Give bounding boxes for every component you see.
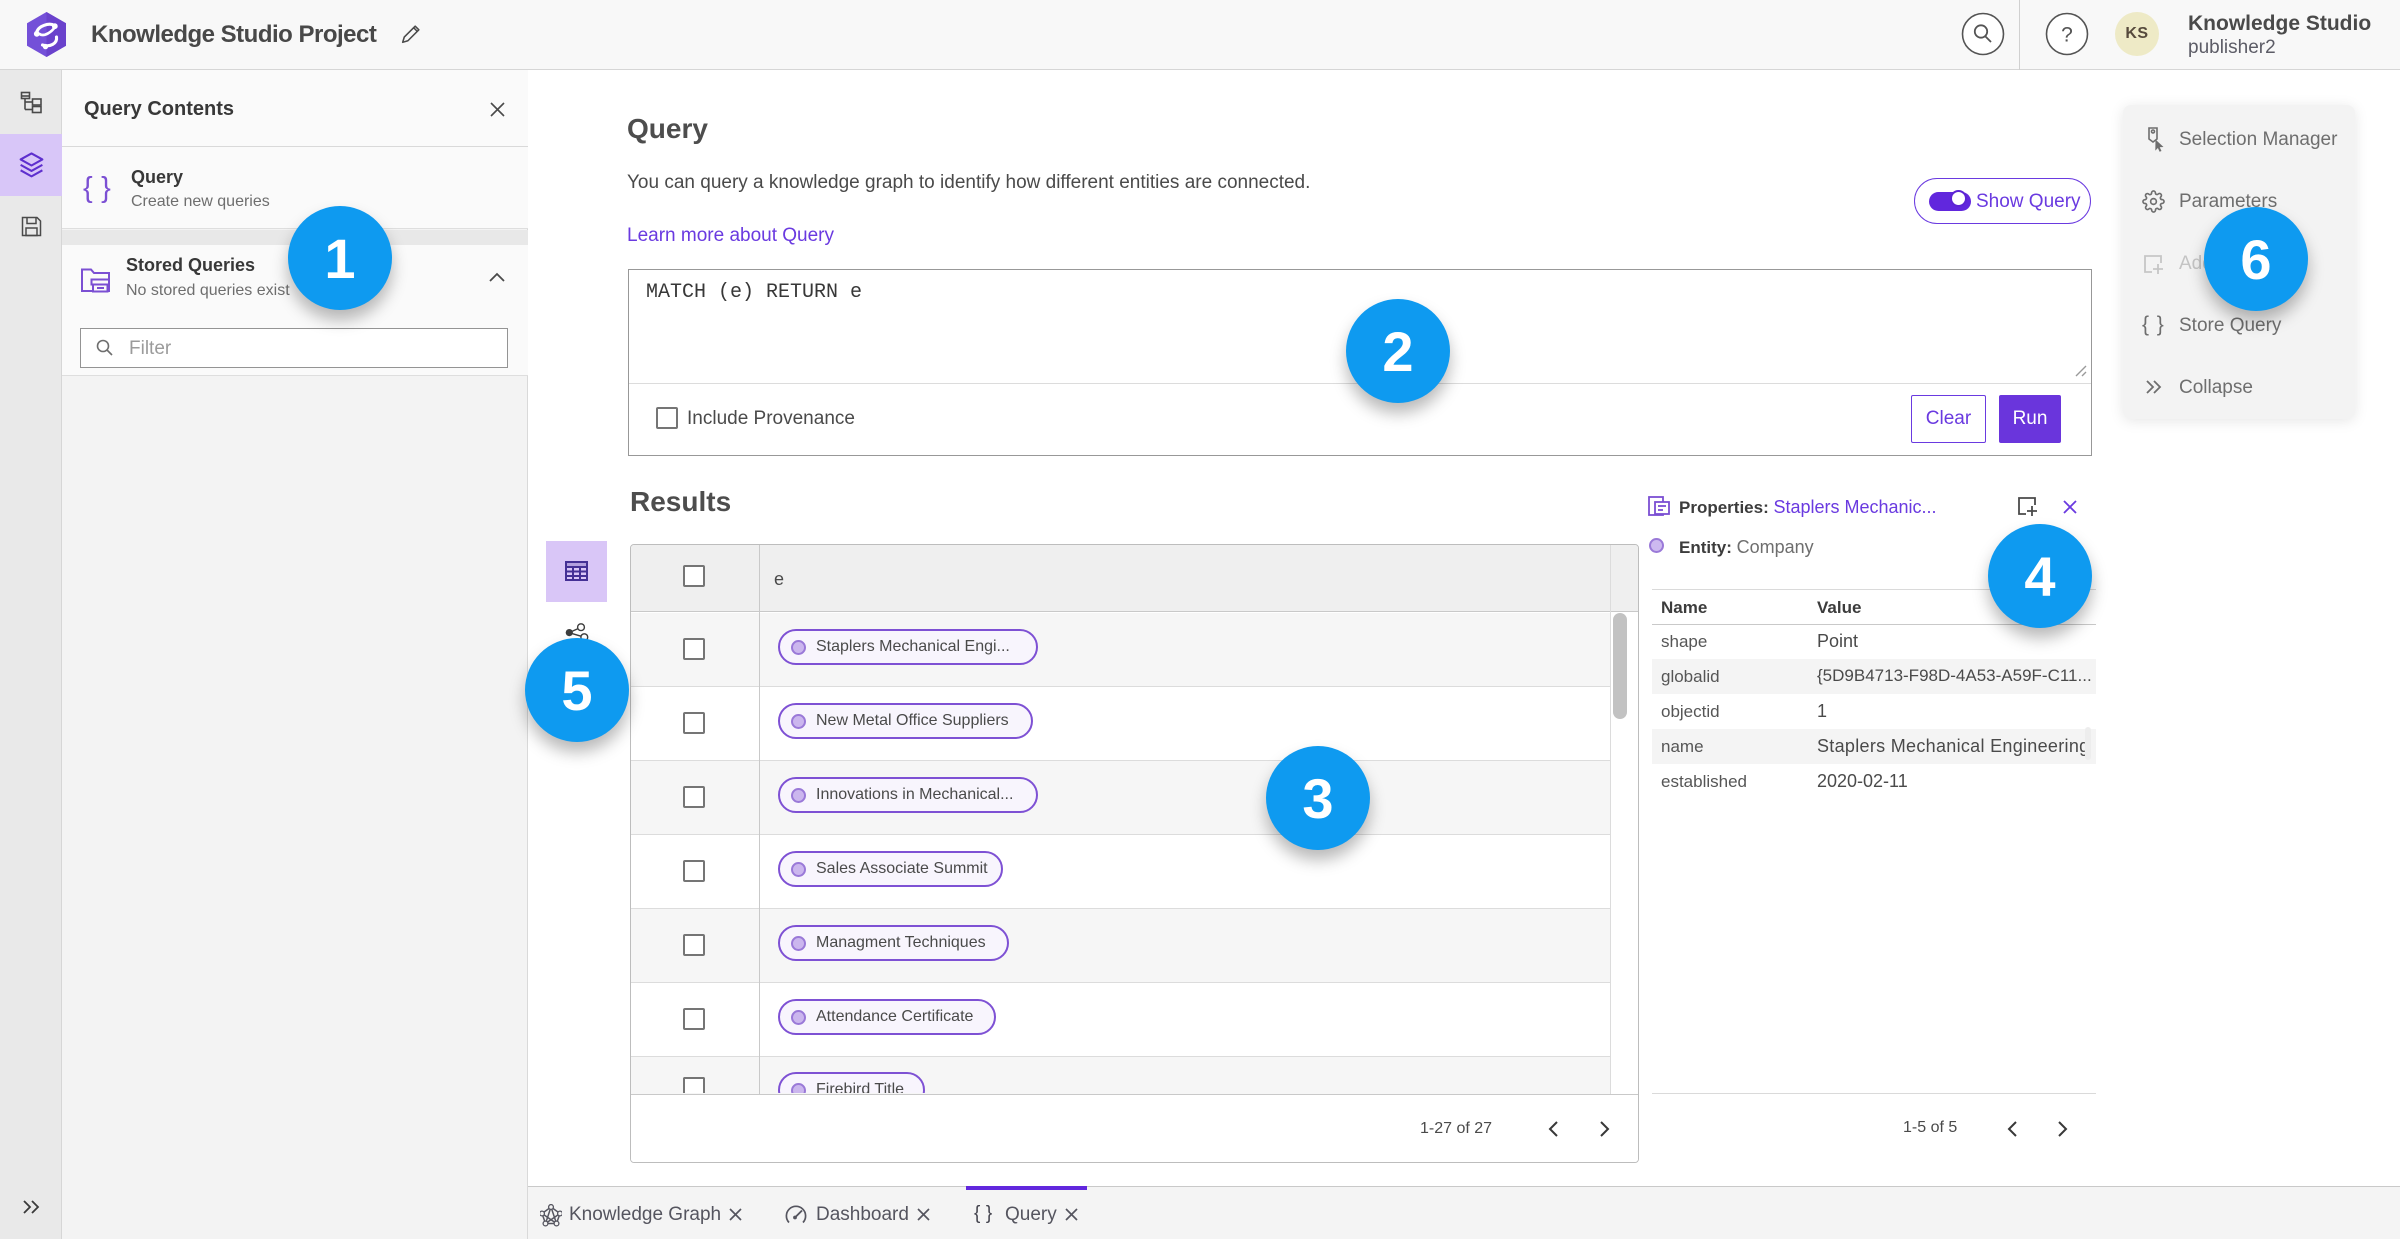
- svg-text:?: ?: [2061, 24, 2073, 47]
